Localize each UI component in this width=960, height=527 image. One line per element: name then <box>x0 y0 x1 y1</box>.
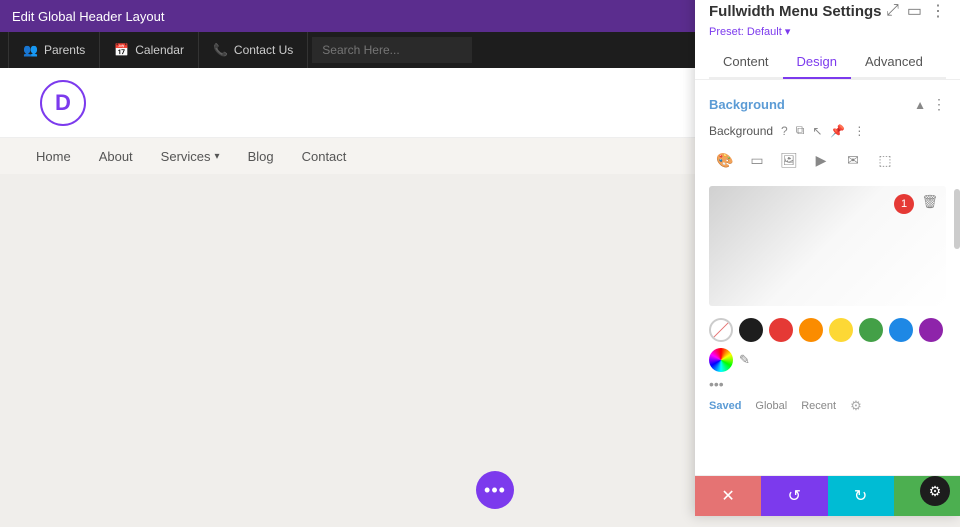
panel-preset: Preset: Default ▾ <box>709 25 946 38</box>
background-section-title: Background <box>709 97 785 112</box>
swatch-rainbow[interactable] <box>709 348 733 372</box>
bg-type-gradient[interactable]: ▭ <box>741 146 773 174</box>
bg-type-mask[interactable]: ⬚ <box>869 146 901 174</box>
panel-header-icons: ⤢ ▭ ⋮ <box>886 1 946 21</box>
color-tabs: Saved Global Recent ⚙ <box>695 396 960 420</box>
chevron-down-icon: ▾ <box>215 151 220 162</box>
preset-chevron-icon: ▾ <box>785 26 791 38</box>
cancel-icon: ✕ <box>721 486 734 506</box>
swatch-yellow[interactable] <box>829 318 853 342</box>
section-collapse-icon[interactable]: ▲ <box>914 98 926 112</box>
background-label-row: Background ? ⧉ ↖ 📌 ⋮ <box>695 119 960 146</box>
panel-body: Background ▲ ⋮ Background ? ⧉ ↖ 📌 ⋮ 🎨 ▭ … <box>695 80 960 475</box>
trash-icon[interactable]: 🗑 <box>921 194 938 210</box>
calendar-icon: 📅 <box>114 43 129 57</box>
help-icon[interactable]: ? <box>781 124 788 138</box>
more-swatches-icon[interactable]: ✎ <box>739 352 750 368</box>
pin-icon[interactable]: 📌 <box>830 124 845 138</box>
swatch-purple[interactable] <box>919 318 943 342</box>
main-content: ••• Fullwidth Menu Settings ⤢ ▭ ⋮ Preset… <box>0 174 960 527</box>
background-label: Background <box>709 124 773 138</box>
secondary-nav-services[interactable]: Services ▾ <box>161 149 220 164</box>
logo-letter: D <box>55 90 71 116</box>
tab-advanced[interactable]: Advanced <box>851 46 937 79</box>
secondary-nav-about[interactable]: About <box>99 149 133 164</box>
color-tab-global[interactable]: Global <box>755 400 787 412</box>
dots-icon: ••• <box>484 480 506 501</box>
swatch-orange[interactable] <box>799 318 823 342</box>
undo-button[interactable]: ↺ <box>761 476 827 516</box>
redo-button[interactable]: ↻ <box>828 476 894 516</box>
section-controls: ▲ ⋮ <box>914 96 946 113</box>
adminbar-parents-label: Parents <box>44 43 85 57</box>
undo-icon: ↺ <box>788 486 801 506</box>
settings-panel: Fullwidth Menu Settings ⤢ ▭ ⋮ Preset: De… <box>695 0 960 516</box>
secondary-nav-contact[interactable]: Contact <box>302 149 347 164</box>
section-more-icon[interactable]: ⋮ <box>932 96 946 113</box>
swatch-none[interactable] <box>709 318 733 342</box>
background-preview: 1 🗑 <box>709 186 946 306</box>
more-colors-dots[interactable]: ••• <box>695 376 960 396</box>
adminbar-parents[interactable]: 👥 Parents <box>8 32 100 68</box>
preview-badge: 1 <box>894 194 914 214</box>
color-tab-recent[interactable]: Recent <box>801 400 836 412</box>
background-section-header: Background ▲ ⋮ <box>695 90 960 119</box>
panel-tabs: Content Design Advanced <box>709 46 946 79</box>
cancel-button[interactable]: ✕ <box>695 476 761 516</box>
adminbar-calendar[interactable]: 📅 Calendar <box>100 32 199 68</box>
panel-scrollbar[interactable] <box>954 189 960 249</box>
panel-title: Fullwidth Menu Settings <box>709 3 882 20</box>
bg-type-pattern[interactable]: ✉ <box>837 146 869 174</box>
search-input[interactable] <box>312 37 472 63</box>
parents-icon: 👥 <box>23 43 38 57</box>
secondary-nav-home[interactable]: Home <box>36 149 71 164</box>
swatch-black[interactable] <box>739 318 763 342</box>
color-tab-saved[interactable]: Saved <box>709 400 741 412</box>
gear-icon: ⚙ <box>929 483 942 500</box>
swatch-red[interactable] <box>769 318 793 342</box>
collapse-icon[interactable]: ▭ <box>907 1 922 21</box>
bg-type-video[interactable]: ▶ <box>805 146 837 174</box>
adminbar-calendar-label: Calendar <box>135 43 184 57</box>
floating-dots-button[interactable]: ••• <box>476 471 514 509</box>
adminbar-contact[interactable]: 📞 Contact Us <box>199 32 308 68</box>
tab-content[interactable]: Content <box>709 46 783 79</box>
adminbar-contact-label: Contact Us <box>234 43 293 57</box>
cursor-icon[interactable]: ↖ <box>812 124 822 138</box>
more-bg-icon[interactable]: ⋮ <box>853 124 865 138</box>
secondary-nav-blog[interactable]: Blog <box>248 149 274 164</box>
redo-icon: ↻ <box>854 486 867 506</box>
swatch-green[interactable] <box>859 318 883 342</box>
phone-icon: 📞 <box>213 43 228 57</box>
bg-type-image[interactable]: 🖼 <box>773 146 805 174</box>
color-settings-icon[interactable]: ⚙ <box>850 398 862 414</box>
tab-design[interactable]: Design <box>783 46 851 79</box>
panel-title-row: Fullwidth Menu Settings ⤢ ▭ ⋮ <box>709 1 946 21</box>
bg-type-color[interactable]: 🎨 <box>709 146 741 174</box>
tool-icon[interactable]: ⚙ <box>920 476 950 506</box>
color-swatches: ✎ <box>695 310 960 376</box>
site-logo: D <box>40 80 86 126</box>
top-bar-title: Edit Global Header Layout <box>12 9 164 24</box>
panel-header: Fullwidth Menu Settings ⤢ ▭ ⋮ Preset: De… <box>695 0 960 80</box>
swatch-blue[interactable] <box>889 318 913 342</box>
expand-icon[interactable]: ⤢ <box>886 2 899 20</box>
copy-icon[interactable]: ⧉ <box>796 123 805 138</box>
more-options-icon[interactable]: ⋮ <box>930 1 946 21</box>
preset-label[interactable]: Preset: Default <box>709 26 782 38</box>
background-type-icons: 🎨 ▭ 🖼 ▶ ✉ ⬚ <box>695 146 960 182</box>
